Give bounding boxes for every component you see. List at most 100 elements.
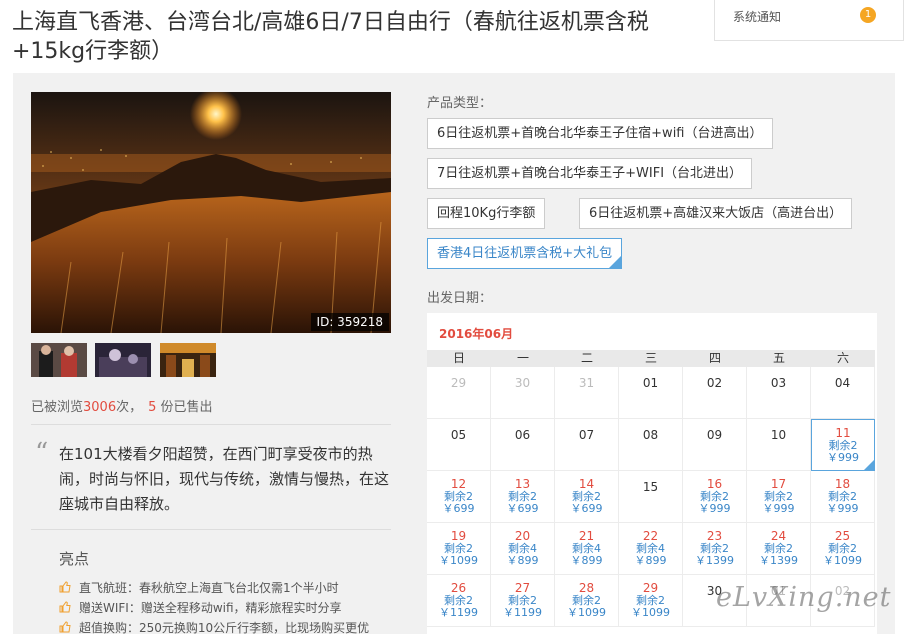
sold-suffix: 份已售出 [160, 400, 213, 415]
image-id-label: ID: 359218 [310, 313, 389, 331]
departure-date-label: 出发日期： [427, 291, 493, 306]
weekday-header: 六 [811, 350, 875, 367]
calendar-day: 31 [555, 367, 619, 419]
day-price: ￥1399 [759, 554, 798, 567]
selected-check-icon [609, 256, 622, 268]
calendar-day: 29 [427, 367, 491, 419]
thumbs-up-icon [59, 621, 71, 633]
calendar-day[interactable]: 25 剩余2 ￥1099 [811, 523, 875, 575]
weekday-header: 一 [491, 350, 555, 367]
calendar-day: 07 [555, 419, 619, 471]
day-price: ￥899 [570, 554, 603, 567]
intro-text: 在101大楼看夕阳超赞，在西门町享受夜市的热闹，时尚与怀旧，现代与传统，激情与慢… [59, 445, 390, 513]
calendar-day[interactable]: 23 剩余2 ￥1399 [683, 523, 747, 575]
day-number: 29 [450, 376, 467, 390]
selected-check-icon [864, 460, 874, 470]
product-option-selected[interactable]: 香港4日往返机票含税+大礼包 [427, 238, 623, 269]
calendar-day: 30 [491, 367, 555, 419]
highlights-title: 亮点 [59, 550, 90, 568]
day-number: 07 [578, 428, 595, 442]
divider [31, 529, 391, 530]
product-option[interactable]: 回程10Kg行李额 [427, 198, 546, 229]
day-price: ￥1099 [823, 554, 862, 567]
weekday-header: 四 [683, 350, 747, 367]
day-price: ￥1199 [503, 606, 542, 619]
notice-count-badge: 1 [860, 7, 876, 23]
day-price: ￥699 [506, 502, 539, 515]
day-number: 30 [514, 376, 531, 390]
calendar-day[interactable]: 24 剩余2 ￥1399 [747, 523, 811, 575]
calendar-day: 09 [683, 419, 747, 471]
calendar-day[interactable]: 21 剩余4 ￥899 [555, 523, 619, 575]
product-option[interactable]: 6日往返机票+首晚台北华泰王子住宿+wifi（台进高出） [427, 118, 773, 149]
weekday-header: 三 [619, 350, 683, 367]
calendar-day: 05 [427, 419, 491, 471]
system-notice[interactable]: 系统通知 1 [714, 0, 904, 41]
calendar-day[interactable]: 29 剩余2 ￥1099 [619, 575, 683, 627]
product-option[interactable]: 6日往返机票+高雄汉来大饭店（高进台出） [579, 198, 853, 229]
sunset-mountain-photo [31, 92, 391, 333]
day-price: ￥699 [442, 502, 475, 515]
day-number: 01 [642, 376, 659, 390]
view-stats: 已被浏览3006次， 5 份已售出 [31, 396, 213, 415]
calendar-day: 10 [747, 419, 811, 471]
calendar-day[interactable]: 12 剩余2 ￥699 [427, 471, 491, 523]
day-price: ￥699 [570, 502, 603, 515]
watermark: eLvXing.net [716, 582, 892, 613]
day-price: ￥1399 [695, 554, 734, 567]
highlight-text: 直飞航班：春秋航空上海直飞台北仅需1个半小时 [79, 581, 339, 595]
thumb-ceremony-icon[interactable] [31, 343, 87, 377]
product-type-label: 产品类型： [427, 96, 493, 111]
weekday-header: 二 [555, 350, 619, 367]
page-title: 上海直飞香港、台湾台北/高雄6日/7日自由行（春航往返机票含税+15kg行李额） [12, 10, 649, 64]
highlight-item: 直飞航班：春秋航空上海直飞台北仅需1个半小时 [59, 579, 339, 596]
calendar-day[interactable]: 19 剩余2 ￥1099 [427, 523, 491, 575]
highlight-item: 赠送WIFI：赠送全程移动wifi，精彩旅程实时分享 [59, 599, 342, 616]
hero-image[interactable]: ID: 359218 [31, 92, 391, 333]
highlight-text: 赠送WIFI：赠送全程移动wifi，精彩旅程实时分享 [79, 601, 342, 615]
day-number: 15 [642, 480, 659, 494]
day-number: 03 [770, 376, 787, 390]
thumbs-up-icon [59, 601, 71, 613]
calendar-day-selected[interactable]: 11 剩余2 ￥999 [811, 419, 875, 471]
calendar-day[interactable]: 13 剩余2 ￥699 [491, 471, 555, 523]
day-number: 10 [770, 428, 787, 442]
weekday-header: 五 [747, 350, 811, 367]
calendar-day[interactable]: 27 剩余2 ￥1199 [491, 575, 555, 627]
calendar-day[interactable]: 17 剩余2 ￥999 [747, 471, 811, 523]
calendar-day[interactable]: 14 剩余2 ￥699 [555, 471, 619, 523]
day-price: ￥1199 [439, 606, 478, 619]
calendar-day[interactable]: 20 剩余4 ￥899 [491, 523, 555, 575]
calendar-day: 01 [619, 367, 683, 419]
product-option[interactable]: 7日往返机票+首晚台北华泰王子+WIFI（台北进出） [427, 158, 753, 189]
day-price: ￥899 [634, 554, 667, 567]
calendar-day[interactable]: 26 剩余2 ￥1199 [427, 575, 491, 627]
day-price: ￥999 [698, 502, 731, 515]
calendar-day: 04 [811, 367, 875, 419]
divider [31, 424, 391, 425]
calendar-day[interactable]: 22 剩余4 ￥899 [619, 523, 683, 575]
day-price: ￥999 [762, 502, 795, 515]
day-price: ￥1099 [631, 606, 670, 619]
day-price: ￥999 [826, 502, 859, 515]
day-number: 09 [706, 428, 723, 442]
calendar-day: 02 [683, 367, 747, 419]
calendar-day[interactable]: 18 剩余2 ￥999 [811, 471, 875, 523]
calendar-day[interactable]: 28 剩余2 ￥1099 [555, 575, 619, 627]
views-prefix: 已被浏览 [31, 400, 84, 415]
day-price: ￥899 [506, 554, 539, 567]
day-price: ￥1099 [439, 554, 478, 567]
day-number: 02 [706, 376, 723, 390]
thumb-street-icon[interactable] [160, 343, 216, 377]
thumbs-up-icon [59, 581, 71, 593]
calendar-day: 15 [619, 471, 683, 523]
highlight-text: 超值换购：250元换购10公斤行李额，比现场购买更优 [79, 621, 370, 634]
calendar-month: 2016年06月 [439, 327, 514, 341]
day-price: ￥1099 [567, 606, 606, 619]
day-number: 05 [450, 428, 467, 442]
thumb-night-market-icon[interactable] [95, 343, 151, 377]
day-number: 06 [514, 428, 531, 442]
views-mid: 次， [116, 400, 143, 415]
calendar-day[interactable]: 16 剩余2 ￥999 [683, 471, 747, 523]
calendar-day: 06 [491, 419, 555, 471]
